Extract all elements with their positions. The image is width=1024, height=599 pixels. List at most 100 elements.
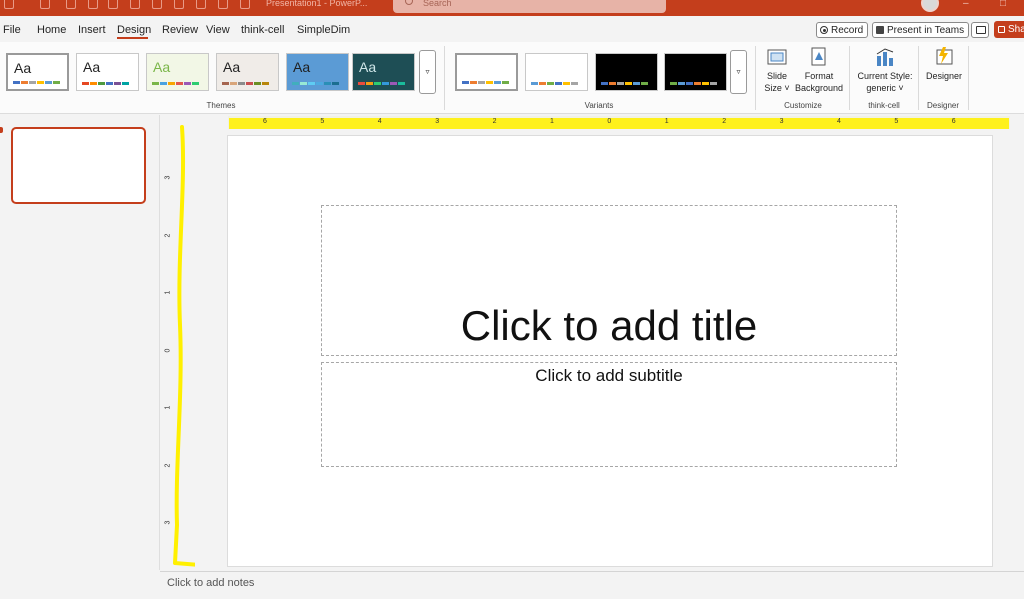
color-swatch — [262, 82, 269, 85]
tab-home[interactable]: Home — [37, 24, 66, 36]
color-swatch — [470, 81, 477, 84]
themes-more-button[interactable]: ▿ — [419, 50, 436, 94]
format-background-button[interactable]: Format Background — [794, 46, 844, 94]
ruler-number: 2 — [164, 463, 172, 467]
record-button[interactable]: Record — [816, 22, 869, 38]
title-placeholder[interactable]: Click to add title — [321, 205, 897, 356]
search-box[interactable]: Search — [393, 0, 666, 13]
theme-thumb-2[interactable]: Aa — [76, 53, 139, 91]
record-icon — [820, 26, 828, 34]
ruler-highlight — [229, 118, 1009, 129]
slide-thumbnail-1[interactable] — [11, 127, 146, 204]
tab-review[interactable]: Review — [162, 24, 198, 36]
present-in-teams-button[interactable]: Present in Teams — [872, 22, 970, 38]
ruler-number: 0 — [164, 348, 172, 352]
separator — [755, 46, 756, 110]
color-swatch — [462, 81, 469, 84]
avatar[interactable] — [921, 0, 939, 12]
share-button[interactable]: Sha — [994, 21, 1024, 38]
theme-thumb-label: Aa — [14, 60, 32, 76]
new-slide-icon[interactable] — [152, 0, 162, 9]
ruler-number: 4 — [837, 118, 841, 125]
notes-pane[interactable]: Click to add notes — [160, 571, 1024, 599]
tab-design[interactable]: Design — [117, 24, 151, 36]
color-swatch — [176, 82, 183, 85]
color-swatch — [308, 82, 315, 85]
color-swatch — [670, 82, 677, 85]
color-swatch — [316, 82, 323, 85]
color-swatch — [390, 82, 397, 85]
tab-simpledim[interactable]: SimpleDim — [297, 24, 350, 36]
ruler-number: 6 — [263, 118, 267, 125]
format-background-label-1: Format — [804, 71, 834, 81]
separator — [918, 46, 919, 110]
customize-qat-icon[interactable] — [240, 0, 250, 9]
ruler-number: 1 — [664, 118, 669, 125]
variants-more-button[interactable]: ▿ — [730, 50, 747, 94]
color-swatch — [382, 82, 389, 85]
ruler-number: 2 — [492, 118, 497, 125]
designer-label: Designer — [925, 71, 963, 81]
theme-thumb-4[interactable]: Aa — [216, 53, 279, 91]
designer-group-label: Designer — [926, 101, 959, 110]
subtitle-placeholder[interactable]: Click to add subtitle — [321, 362, 897, 467]
color-swatch — [45, 81, 52, 84]
autosave-icon[interactable] — [4, 0, 14, 9]
variant-thumb-3[interactable] — [595, 53, 658, 91]
color-swatch — [625, 82, 632, 85]
ruler-number: 5 — [320, 118, 325, 125]
theme-thumb-label: Aa — [153, 59, 171, 75]
slide-size-label-2: Size ˅ — [764, 83, 790, 93]
undo-icon[interactable] — [66, 0, 76, 9]
variant-thumb-1[interactable] — [455, 53, 518, 91]
color-swatch — [494, 81, 501, 84]
color-swatch — [332, 82, 339, 85]
current-style-label-1: Current Style: — [857, 71, 913, 81]
tab-think-cell[interactable]: think-cell — [241, 24, 284, 36]
current-style-button[interactable]: Current Style: generic ˅ — [854, 46, 916, 94]
tab-file[interactable]: File — [3, 24, 21, 36]
ruler-number: 3 — [779, 118, 784, 125]
theme-thumb-swatches — [292, 82, 339, 85]
document-title: Presentation1 - PowerP... — [266, 0, 368, 8]
color-swatch — [37, 81, 44, 84]
minimize-icon[interactable]: – — [963, 0, 969, 9]
color-swatch — [686, 82, 693, 85]
layout-icon[interactable] — [196, 0, 206, 9]
comments-button[interactable] — [971, 22, 989, 38]
variant-thumb-2[interactable] — [525, 53, 588, 91]
theme-thumb-1[interactable]: Aa — [6, 53, 69, 91]
present-in-teams-label: Present in Teams — [887, 24, 965, 36]
designer-button[interactable]: Designer — [922, 46, 966, 82]
color-swatch — [292, 82, 299, 85]
variants-group-label: Variants — [584, 101, 614, 110]
ruler-number: 2 — [164, 233, 172, 237]
theme-thumb-swatches — [82, 82, 129, 85]
start-from-beginning-icon[interactable] — [130, 0, 140, 9]
tab-view[interactable]: View — [206, 24, 230, 36]
maximize-icon[interactable]: □ — [1000, 0, 1006, 9]
theme-thumb-3[interactable]: Aa — [146, 53, 209, 91]
color-swatch — [571, 82, 578, 85]
save-icon[interactable] — [40, 0, 50, 9]
format-painter-icon[interactable] — [174, 0, 184, 9]
color-swatch — [21, 81, 28, 84]
redo-icon[interactable] — [88, 0, 98, 9]
tab-insert[interactable]: Insert — [78, 24, 106, 36]
color-swatch — [694, 82, 701, 85]
ribbon: ▿ Themes ▿ Variants Slide Size ˅ Format … — [0, 42, 1024, 114]
format-background-icon — [809, 46, 829, 68]
teams-icon — [876, 26, 884, 34]
slide-size-button[interactable]: Slide Size ˅ — [761, 46, 793, 94]
theme-thumb-6[interactable]: Aa — [352, 53, 415, 91]
variant-thumb-4[interactable] — [664, 53, 727, 91]
share-icon — [998, 26, 1005, 33]
color-swatch — [82, 82, 89, 85]
color-swatch — [710, 82, 717, 85]
draw-icon[interactable] — [218, 0, 228, 9]
ruler-number: 1 — [164, 405, 172, 410]
theme-thumb-5[interactable]: Aa — [286, 53, 349, 91]
slide-size-label-1: Slide — [766, 71, 787, 81]
touch-mode-icon[interactable] — [108, 0, 118, 9]
ruler-number: 3 — [435, 118, 440, 125]
